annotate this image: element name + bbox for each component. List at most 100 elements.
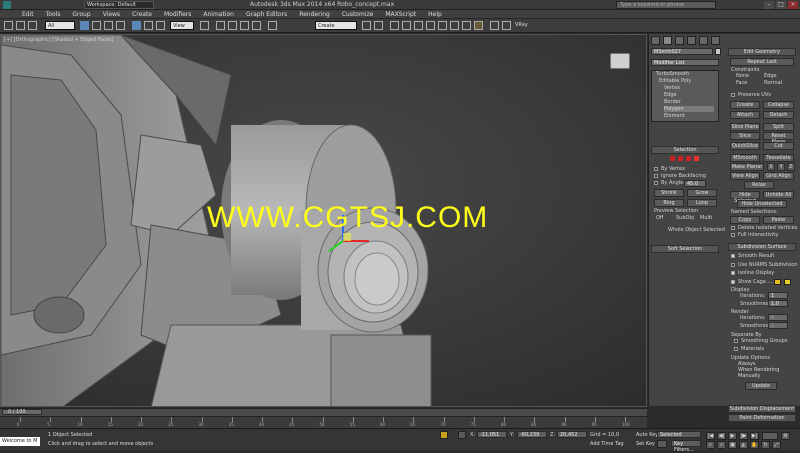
collapse-button[interactable]: Collapse	[763, 101, 794, 109]
display-iterations-field[interactable]: 1	[768, 292, 788, 299]
redo-icon[interactable]	[16, 21, 25, 30]
utilities-tab-icon[interactable]	[711, 36, 720, 45]
subdivision-surface-rollout[interactable]: Subdivision Surface	[728, 243, 796, 251]
rotate-icon[interactable]	[144, 21, 153, 30]
move-icon[interactable]	[132, 21, 141, 30]
polygon-icon[interactable]	[694, 156, 699, 161]
unhide-all-button[interactable]: Unhide All	[763, 191, 794, 199]
curve-editor-icon[interactable]	[414, 21, 423, 30]
search-input[interactable]: Type a keyword or phrase	[616, 1, 716, 9]
snap-icon[interactable]	[216, 21, 225, 30]
menu-views[interactable]: Views	[103, 10, 120, 19]
use-nurms-checkbox[interactable]	[731, 263, 735, 267]
time-config-icon[interactable]: ⚙	[781, 432, 790, 440]
isoline-display-checkbox[interactable]	[731, 271, 735, 275]
hide-selected-button[interactable]: Hide Selected	[730, 191, 760, 204]
undo-icon[interactable]	[4, 21, 13, 30]
app-logo-icon[interactable]	[3, 1, 11, 9]
reset-plane-button[interactable]: Reset Plane	[763, 132, 794, 145]
spinner-snap-icon[interactable]	[252, 21, 261, 30]
preview-multi-radio[interactable]: Multi	[700, 215, 712, 221]
display-smoothness-field[interactable]: 1.0	[768, 300, 788, 307]
paste-button[interactable]: Paste	[763, 216, 794, 224]
stack-item[interactable]: Vertex	[664, 85, 680, 91]
layer-manager-icon[interactable]	[390, 21, 399, 30]
y-coordinate-field[interactable]: -60,239	[517, 431, 547, 438]
link-icon[interactable]	[28, 21, 37, 30]
time-slider[interactable]	[0, 408, 647, 416]
attach-button[interactable]: Attach	[730, 111, 760, 119]
render-teapot-icon[interactable]	[474, 21, 483, 30]
constraint-edge-radio[interactable]: Edge	[764, 73, 777, 79]
modify-tab-icon[interactable]	[663, 36, 672, 45]
viewcube-icon[interactable]	[610, 53, 630, 69]
menu-help[interactable]: Help	[428, 10, 442, 19]
border-icon[interactable]	[686, 156, 691, 161]
viewport-label[interactable]: [+] [Orthographic] [Shaded + Edged Faces…	[4, 37, 113, 43]
angle-snap-icon[interactable]	[228, 21, 237, 30]
prev-frame-icon[interactable]: ◀|	[717, 432, 726, 440]
selection-rollout[interactable]: Selection	[651, 146, 719, 154]
menu-group[interactable]: Group	[72, 10, 90, 19]
quickslice-button[interactable]: QuickSlice	[730, 142, 760, 150]
menu-tools[interactable]: Tools	[46, 10, 61, 19]
delete-isolated-checkbox[interactable]	[731, 226, 735, 230]
loop-button[interactable]: Loop	[687, 199, 717, 207]
ignore-backfacing-checkbox[interactable]	[654, 174, 658, 178]
window-crossing-icon[interactable]	[116, 21, 125, 30]
zoom-extents-icon[interactable]: ▣	[728, 441, 737, 449]
cage-color-swatch-2[interactable]	[784, 279, 791, 285]
scale-icon[interactable]	[156, 21, 165, 30]
constraint-none-radio[interactable]: None	[736, 73, 749, 79]
by-vertex-checkbox[interactable]	[654, 167, 658, 171]
create-button[interactable]: Create	[730, 101, 760, 109]
key-filters-button[interactable]: Key Filters...	[671, 440, 701, 453]
copy-button[interactable]: Copy	[730, 216, 760, 224]
zoom-icon[interactable]: ⌕	[706, 441, 715, 449]
edge-icon[interactable]	[678, 156, 683, 161]
motion-tab-icon[interactable]	[687, 36, 696, 45]
relax-button[interactable]: Relax	[744, 181, 774, 189]
rendered-frame-icon[interactable]	[462, 21, 471, 30]
constraint-face-radio[interactable]: Face	[736, 80, 747, 86]
constraint-normal-radio[interactable]: Normal	[764, 80, 782, 86]
minimize-icon[interactable]: –	[764, 1, 774, 9]
menu-graph-editors[interactable]: Graph Editors	[246, 10, 287, 19]
update-button[interactable]: Update	[745, 382, 777, 390]
by-angle-checkbox[interactable]	[654, 181, 658, 185]
reference-coord-dropdown[interactable]: View	[170, 21, 194, 30]
render-iterations-field[interactable]: 0	[768, 314, 788, 321]
z-coordinate-field[interactable]: 20,452	[557, 431, 587, 438]
split-button[interactable]: Split	[763, 123, 794, 131]
vray-lister-icon[interactable]	[502, 21, 511, 30]
menu-rendering[interactable]: Rendering	[299, 10, 330, 19]
percent-snap-icon[interactable]	[240, 21, 249, 30]
x-coordinate-field[interactable]: -11,051	[477, 431, 507, 438]
zoom-all-icon[interactable]: ⌕	[717, 441, 726, 449]
by-angle-field[interactable]: 45.0	[684, 180, 706, 187]
maxscript-listener[interactable]: Welcome to M	[0, 437, 40, 446]
planar-x-button[interactable]: X	[767, 163, 775, 171]
mirror-icon[interactable]	[362, 21, 371, 30]
set-key-button[interactable]	[657, 440, 667, 448]
goto-end-icon[interactable]: ▶|	[750, 432, 759, 440]
stack-item[interactable]: Element	[664, 113, 685, 119]
create-tab-icon[interactable]	[651, 36, 660, 45]
absolute-mode-icon[interactable]	[458, 431, 466, 439]
select-object-icon[interactable]	[80, 21, 89, 30]
maximize-icon[interactable]: □	[776, 1, 786, 9]
rect-region-icon[interactable]	[104, 21, 113, 30]
edit-named-sets-icon[interactable]	[268, 21, 277, 30]
menu-edit[interactable]: Edit	[22, 10, 34, 19]
stack-item[interactable]: Editable Poly	[659, 78, 691, 84]
smoothing-groups-checkbox[interactable]	[734, 339, 738, 343]
display-tab-icon[interactable]	[699, 36, 708, 45]
object-color-swatch[interactable]	[715, 48, 721, 55]
next-frame-icon[interactable]: |▶	[739, 432, 748, 440]
planar-y-button[interactable]: Y	[777, 163, 785, 171]
hide-unselected-button[interactable]: Hide Unselected	[737, 200, 787, 208]
vertex-icon[interactable]	[670, 156, 675, 161]
ribbon-icon[interactable]	[402, 21, 411, 30]
smooth-result-checkbox[interactable]	[731, 254, 735, 258]
current-frame-field[interactable]	[762, 432, 778, 440]
